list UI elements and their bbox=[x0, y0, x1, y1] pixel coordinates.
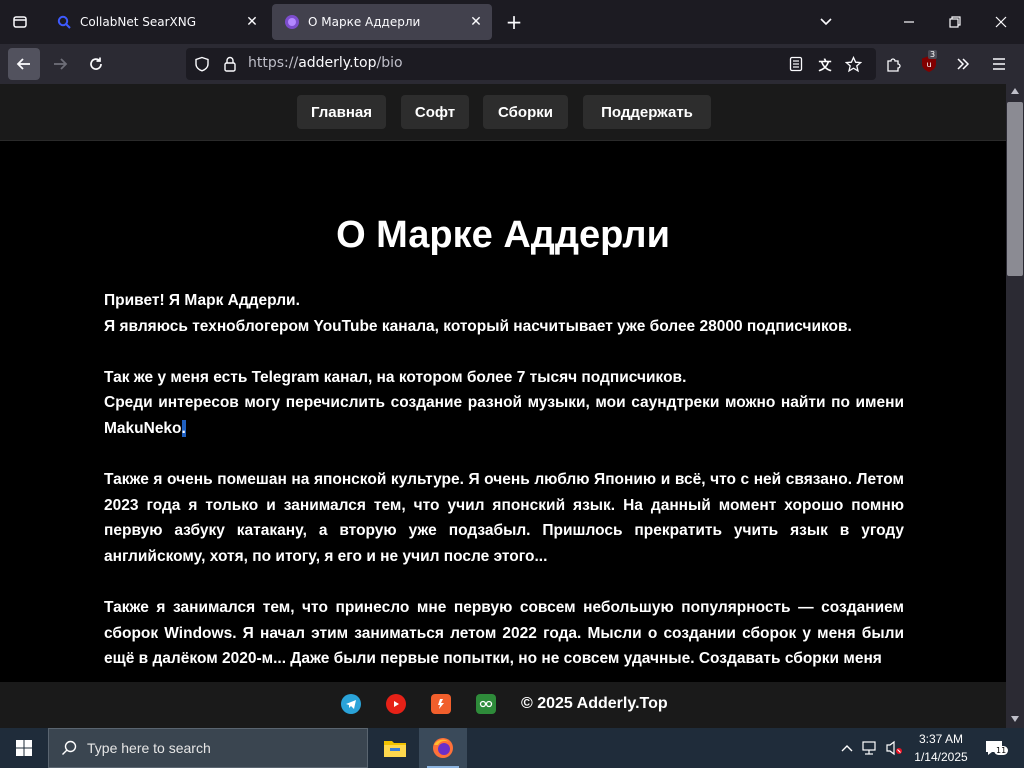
nav-link-home[interactable]: Главная bbox=[297, 95, 386, 129]
url-scheme: https:// bbox=[248, 55, 299, 71]
hamburger-menu-icon[interactable] bbox=[990, 55, 1008, 73]
firefox-view-icon bbox=[13, 16, 27, 28]
notification-count: 11 bbox=[994, 746, 1009, 755]
url-text[interactable]: https://adderly.top/bio bbox=[248, 55, 403, 71]
text-line: Привет! Я Марк Аддерли. bbox=[104, 292, 300, 309]
address-bar[interactable]: https://adderly.top/bio 文 bbox=[186, 48, 876, 80]
close-tab-icon[interactable]: ✕ bbox=[240, 10, 264, 34]
restore-button[interactable] bbox=[932, 0, 978, 44]
site-favicon-icon bbox=[284, 14, 300, 30]
telegram-icon[interactable] bbox=[341, 694, 361, 714]
start-button[interactable] bbox=[0, 728, 48, 768]
navigation-toolbar: https://adderly.top/bio 文 u 3 bbox=[0, 44, 1024, 84]
text-line: Так же у меня есть Telegram канал, на ко… bbox=[104, 368, 687, 386]
tab-bio[interactable]: О Марке Аддерли ✕ bbox=[272, 4, 492, 40]
back-button[interactable] bbox=[8, 48, 40, 80]
arrow-right-icon bbox=[54, 58, 68, 70]
youtube-icon[interactable] bbox=[386, 694, 406, 714]
lock-icon[interactable] bbox=[222, 56, 238, 72]
close-icon bbox=[995, 16, 1007, 28]
paragraph: Так же у меня есть Telegram канал, на ко… bbox=[104, 365, 904, 442]
reload-icon bbox=[90, 57, 102, 70]
taskbar-search-box[interactable]: Type here to search bbox=[48, 728, 368, 768]
minimize-icon bbox=[904, 21, 914, 23]
tab-title: О Марке Аддерли bbox=[308, 15, 421, 29]
search-icon bbox=[62, 740, 77, 755]
bookmark-star-icon[interactable] bbox=[844, 55, 862, 73]
selected-text: . bbox=[181, 419, 186, 437]
searxng-favicon-icon bbox=[56, 14, 72, 30]
reader-view-icon[interactable] bbox=[788, 56, 804, 72]
file-explorer-taskbar-button[interactable] bbox=[371, 728, 419, 768]
scrollbar-thumb[interactable] bbox=[1007, 102, 1023, 276]
clock-time: 3:37 AM bbox=[918, 732, 964, 746]
firefox-icon bbox=[433, 738, 453, 758]
windows-logo-icon bbox=[16, 740, 32, 756]
text-line: Среди интересов могу перечислить создани… bbox=[104, 394, 904, 437]
extension-badge: 3 bbox=[928, 50, 938, 59]
tab-searxng[interactable]: CollabNet SearXNG ✕ bbox=[44, 4, 268, 40]
chevron-down-icon bbox=[820, 18, 832, 26]
folder-icon bbox=[384, 741, 406, 757]
site-footer: © 2025 Adderly.Top bbox=[0, 682, 1006, 728]
nav-link-builds[interactable]: Сборки bbox=[483, 95, 568, 129]
show-hidden-icons-chevron-icon[interactable] bbox=[838, 738, 856, 758]
tab-title: CollabNet SearXNG bbox=[80, 15, 197, 29]
ublock-extension-icon[interactable]: u 3 bbox=[918, 50, 940, 75]
extensions-puzzle-icon[interactable] bbox=[884, 55, 902, 73]
arrow-left-icon bbox=[16, 58, 30, 70]
close-window-button[interactable] bbox=[978, 0, 1024, 44]
boosty-icon[interactable] bbox=[431, 694, 451, 714]
minimize-button[interactable] bbox=[886, 0, 932, 44]
windows-taskbar: Type here to search 3:37 AM 1/14/2025 11 bbox=[0, 728, 1024, 768]
search-placeholder: Type here to search bbox=[87, 740, 211, 756]
text-line: Я являюсь техноблогером YouTube канала, … bbox=[104, 317, 852, 335]
firefox-view-button[interactable] bbox=[0, 0, 40, 44]
system-clock[interactable]: 3:37 AM 1/14/2025 bbox=[906, 730, 976, 766]
site-header: Главная Софт Сборки Поддержать bbox=[0, 84, 1006, 141]
page-scrollbar[interactable] bbox=[1006, 84, 1024, 728]
tab-bar: CollabNet SearXNG ✕ О Марке Аддерли ✕ + bbox=[0, 0, 1024, 44]
svg-text:u: u bbox=[926, 60, 931, 69]
restore-icon bbox=[949, 16, 961, 28]
web-page: Главная Софт Сборки Поддержать О Марке А… bbox=[0, 84, 1006, 682]
reload-button[interactable] bbox=[80, 48, 112, 80]
vk-video-icon[interactable] bbox=[476, 694, 496, 714]
shield-icon[interactable] bbox=[194, 56, 210, 72]
paragraph: Также я занимался тем, что принесло мне … bbox=[104, 599, 904, 668]
scroll-up-arrow-icon[interactable] bbox=[1011, 88, 1019, 94]
list-all-tabs-button[interactable] bbox=[814, 10, 838, 34]
nav-link-donate[interactable]: Поддержать bbox=[583, 95, 711, 129]
network-icon[interactable] bbox=[860, 738, 880, 758]
url-host: adderly.top bbox=[298, 55, 377, 71]
bio-content: Привет! Я Марк Аддерли. Я являюсь техноб… bbox=[104, 288, 904, 682]
close-tab-icon[interactable]: ✕ bbox=[464, 10, 488, 34]
clock-date: 1/14/2025 bbox=[914, 750, 968, 764]
translate-icon[interactable]: 文 bbox=[816, 55, 834, 74]
paragraph: Также я очень помешан на японской культу… bbox=[104, 471, 904, 565]
paragraph: Привет! Я Марк Аддерли. Я являюсь техноб… bbox=[104, 288, 904, 339]
forward-button[interactable] bbox=[44, 48, 76, 80]
volume-muted-icon[interactable] bbox=[884, 738, 904, 758]
copyright-text: © 2025 Adderly.Top bbox=[521, 695, 668, 712]
firefox-taskbar-button[interactable] bbox=[419, 728, 467, 768]
page-title: О Марке Аддерли bbox=[336, 214, 670, 256]
new-tab-button[interactable]: + bbox=[502, 10, 526, 34]
scroll-down-arrow-icon[interactable] bbox=[1011, 716, 1019, 722]
url-path: /bio bbox=[376, 55, 403, 71]
nav-link-software[interactable]: Софт bbox=[401, 95, 469, 129]
overflow-chevrons-icon[interactable] bbox=[954, 55, 972, 73]
notification-center-button[interactable]: 11 bbox=[982, 736, 1009, 760]
